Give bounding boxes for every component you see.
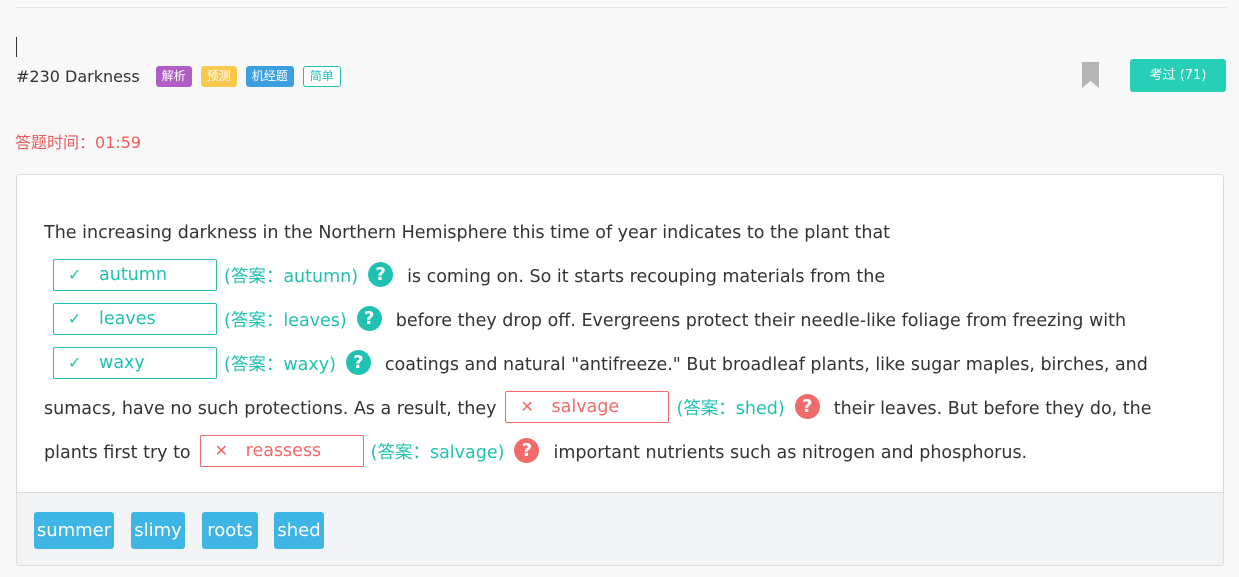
blank-value: leaves: [99, 309, 156, 329]
correct-answer: (答案：waxy): [224, 355, 336, 375]
text-cursor: [16, 37, 17, 57]
question-circle-icon[interactable]: ?: [356, 305, 382, 331]
cross-icon: ✕: [520, 397, 534, 416]
check-icon: ✓: [68, 265, 82, 284]
passage-text: The increasing darkness in the Northern …: [44, 211, 1194, 475]
word-option[interactable]: shed: [274, 512, 324, 549]
blank-value: waxy: [99, 353, 145, 373]
question-header: #230 Darkness 解析 预测 机经题 简单: [16, 64, 350, 88]
answer-blank-4[interactable]: ✕ salvage: [505, 391, 670, 423]
tag-analysis[interactable]: 解析: [155, 65, 192, 87]
tag-difficulty: 简单: [302, 65, 341, 87]
answer-blank-5[interactable]: ✕ reassess: [199, 435, 364, 467]
correct-answer: (答案：shed): [676, 399, 785, 419]
correct-answer: (答案：leaves): [224, 311, 347, 331]
answer-timer: 答题时间：01:59: [15, 133, 142, 152]
correct-answer: (答案：salvage): [370, 443, 505, 463]
blank-value: autumn: [99, 265, 167, 285]
word-option[interactable]: slimy: [131, 512, 185, 549]
check-icon: ✓: [68, 309, 82, 328]
answer-blank-2[interactable]: ✓ leaves: [53, 303, 217, 335]
cross-icon: ✕: [214, 441, 229, 460]
answer-blank-1[interactable]: ✓ autumn: [53, 259, 217, 291]
word-option[interactable]: roots: [202, 512, 258, 549]
exam-taken-button[interactable]: 考过 (71): [1130, 59, 1226, 92]
blank-value: reassess: [245, 441, 322, 461]
top-divider: [16, 7, 1227, 8]
question-circle-icon[interactable]: ?: [345, 349, 371, 375]
question-circle-icon[interactable]: ?: [368, 261, 394, 287]
answer-blank-3[interactable]: ✓ waxy: [53, 347, 217, 379]
question-circle-icon[interactable]: ?: [794, 393, 820, 419]
question-title: #230 Darkness: [16, 66, 140, 86]
passage-segment: important nutrients such as nitrogen and…: [553, 443, 1028, 463]
blank-value: salvage: [551, 397, 620, 417]
bookmark-icon[interactable]: [1082, 62, 1099, 88]
tag-prediction[interactable]: 预测: [200, 65, 237, 87]
correct-answer: (答案：autumn): [224, 267, 359, 287]
passage-segment: before they drop off. Evergreens protect…: [395, 311, 1127, 331]
word-bank: summer slimy roots shed: [17, 492, 1223, 565]
passage-segment: is coming on. So it starts recouping mat…: [407, 267, 886, 287]
passage-segment: The increasing darkness in the Northern …: [44, 223, 891, 243]
tag-exam-question[interactable]: 机经题: [245, 65, 294, 87]
check-icon: ✓: [68, 353, 82, 372]
question-circle-icon[interactable]: ?: [514, 437, 540, 463]
word-option[interactable]: summer: [34, 512, 114, 549]
question-card: The increasing darkness in the Northern …: [16, 174, 1224, 566]
